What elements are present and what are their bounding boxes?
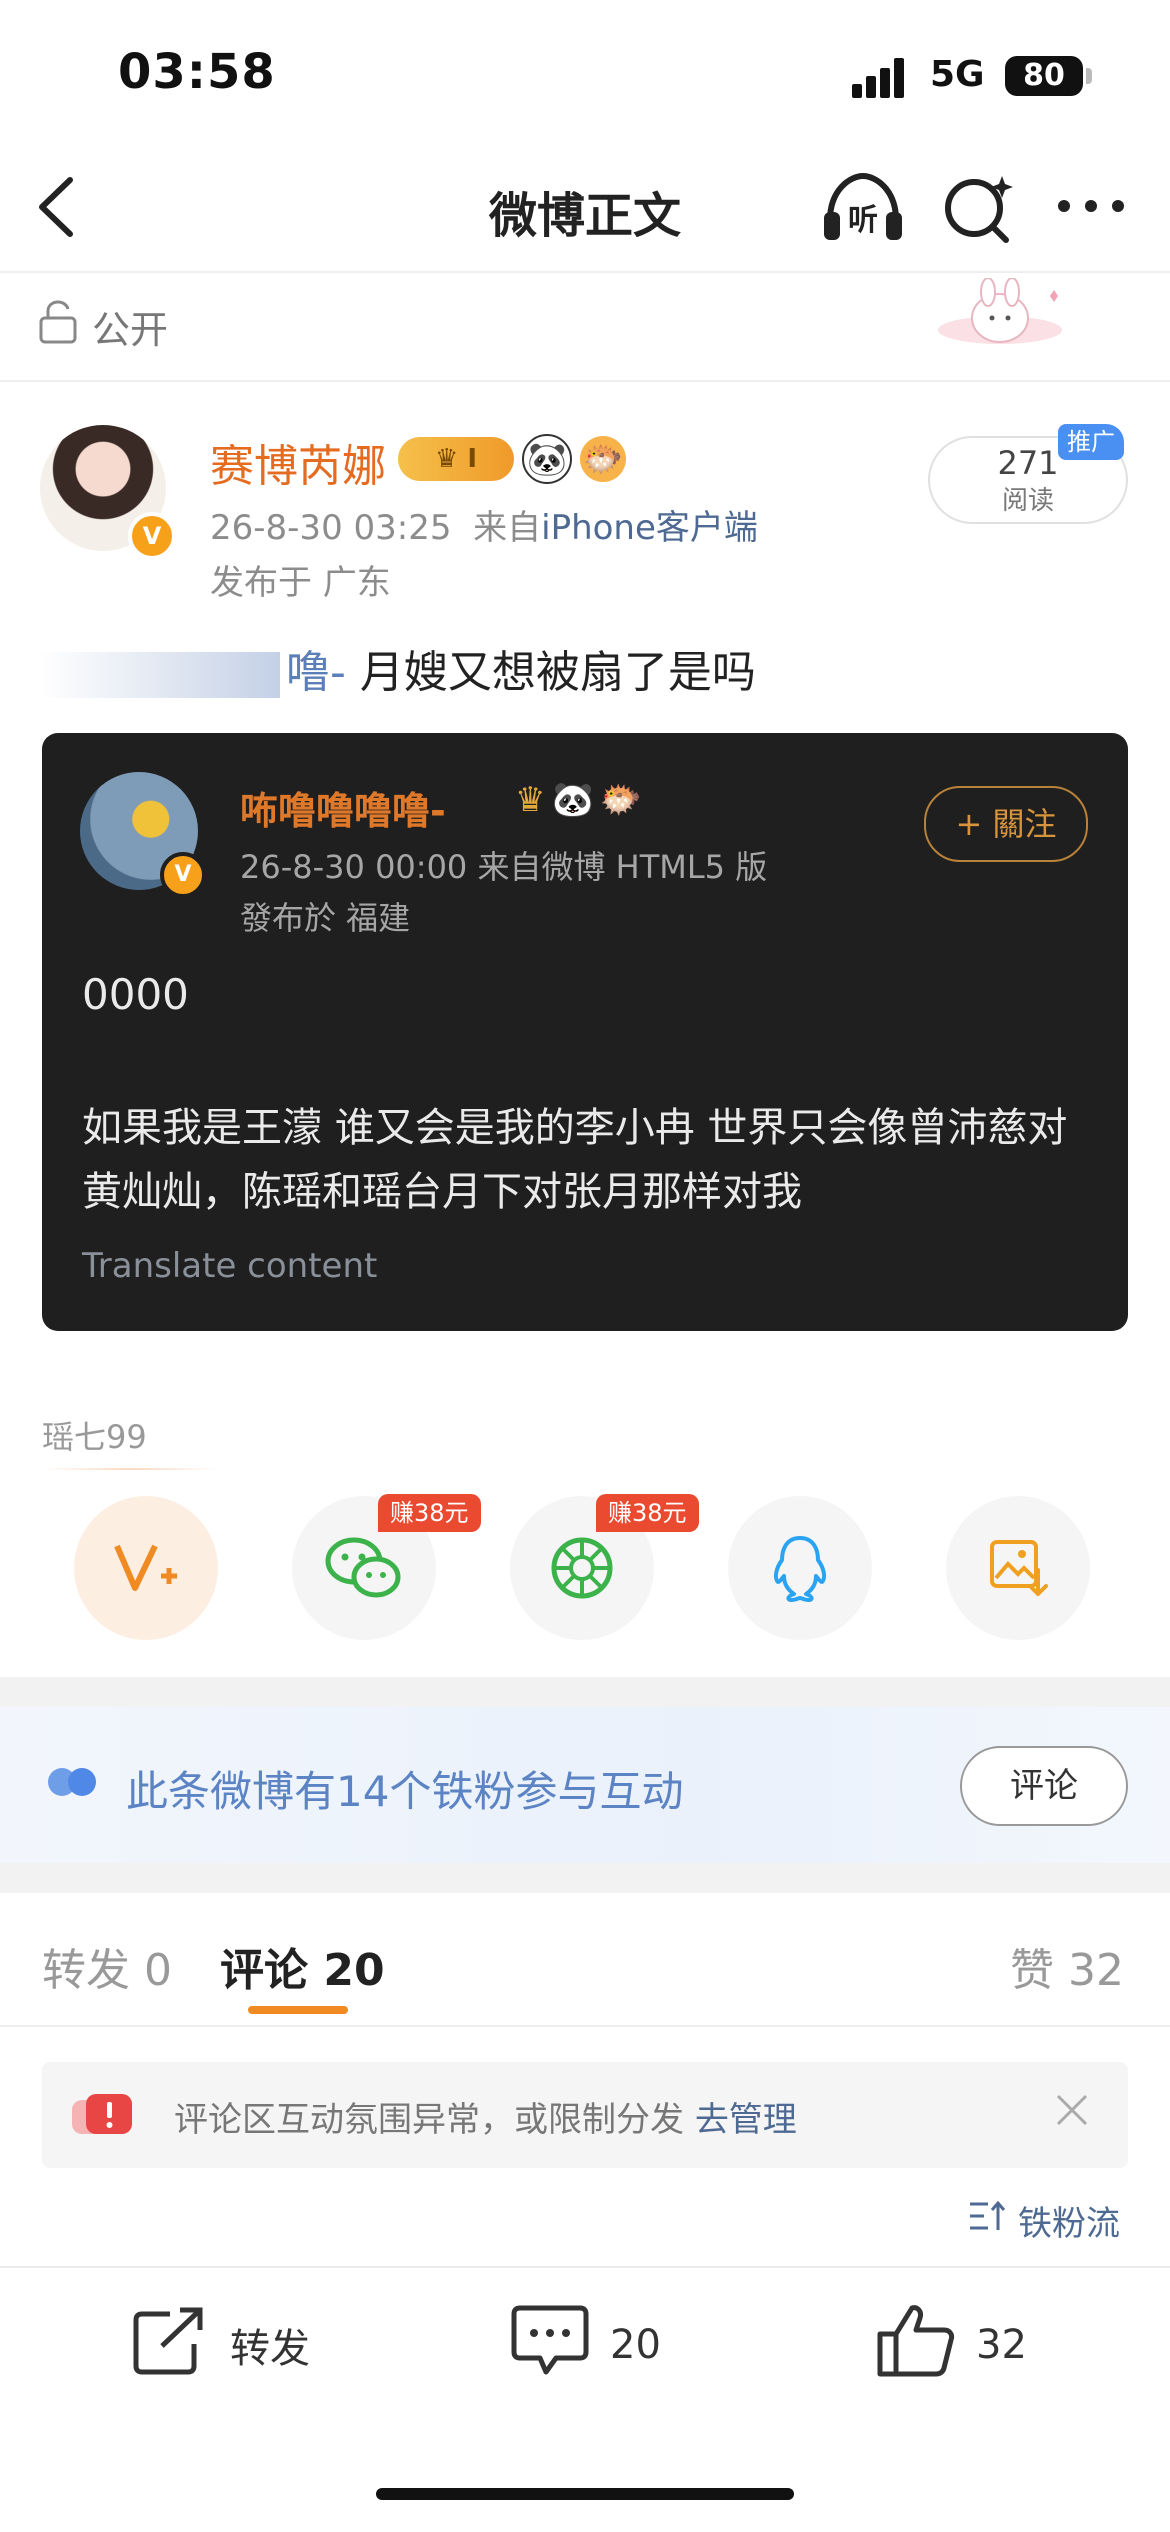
visibility-row[interactable]: 公开 bbox=[38, 296, 168, 356]
read-label: 阅读 bbox=[1001, 486, 1054, 516]
post-meta: 26-8-30 03:25 来自iPhone客户端 bbox=[210, 500, 758, 549]
mention-fragment[interactable]: 噜- bbox=[286, 647, 346, 698]
tab-repost-label: 转发 bbox=[42, 1945, 130, 1996]
level-value: I bbox=[467, 444, 478, 474]
moments-icon bbox=[551, 1537, 613, 1599]
like-count: 32 bbox=[976, 2322, 1027, 2368]
sort-icon bbox=[968, 2198, 1008, 2243]
post-location: 发布于 广东 bbox=[210, 563, 391, 603]
notice-text: 评论区互动氛围异常，或限制分发 去管理 bbox=[174, 2092, 797, 2141]
tab-likes[interactable]: 赞 32 bbox=[1010, 1934, 1124, 1998]
repost-label: 转发 bbox=[230, 2326, 310, 2372]
pufferfish-icon: 🐡 bbox=[599, 780, 643, 820]
tabs-divider bbox=[0, 2025, 1170, 2027]
home-indicator[interactable] bbox=[376, 2488, 794, 2500]
share-out-icon bbox=[130, 2304, 210, 2386]
tab-repost[interactable]: 转发 0 bbox=[42, 1934, 172, 1998]
fans-text: 此条微博有14个铁粉参与互动 bbox=[126, 1767, 684, 1816]
quoted-text-body: 如果我是王濛 谁又会是我的李小冉 世界只会像曾沛慈对黄灿灿，陈瑶和瑶台月下对张月… bbox=[82, 1105, 1068, 1215]
notice-message: 评论区互动氛围异常，或限制分发 bbox=[174, 2100, 684, 2140]
comment-icon bbox=[510, 2302, 590, 2388]
share-qq-button[interactable] bbox=[728, 1496, 872, 1640]
nav-divider bbox=[0, 271, 1170, 273]
signal-icon bbox=[852, 58, 912, 98]
search-ai-icon[interactable] bbox=[940, 170, 1020, 250]
author-name[interactable]: 赛博芮娜 bbox=[210, 430, 386, 494]
crown-icon: ♛ bbox=[434, 444, 468, 474]
quoted-author-name[interactable]: 咘噜噜噜噜- bbox=[240, 780, 446, 835]
tab-indicator bbox=[248, 2006, 348, 2014]
promo-badge[interactable]: 推广 bbox=[1058, 424, 1124, 460]
save-image-button[interactable] bbox=[946, 1496, 1090, 1640]
share-user-underline bbox=[42, 1468, 218, 1470]
fans-icon bbox=[46, 1762, 102, 1802]
comment-count: 20 bbox=[610, 2322, 661, 2368]
source-prefix: 来自 bbox=[473, 508, 542, 548]
decorative-sticker bbox=[930, 277, 1080, 358]
unlock-icon bbox=[38, 299, 78, 353]
close-icon[interactable] bbox=[1052, 2090, 1092, 2141]
tab-likes-label: 赞 bbox=[1010, 1945, 1054, 1996]
earn-badge-moments: 赚38元 bbox=[596, 1494, 699, 1532]
crown-icon: ♛ bbox=[515, 780, 546, 820]
qq-icon bbox=[773, 1536, 827, 1602]
quoted-verified-icon: V bbox=[160, 852, 206, 898]
weibo-repost-icon bbox=[114, 1544, 177, 1591]
network-type: 5G bbox=[930, 54, 985, 95]
battery-icon: 80 bbox=[1005, 56, 1083, 96]
section-divider bbox=[0, 380, 1170, 382]
post-time: 26-8-30 03:25 bbox=[210, 508, 452, 548]
section-gap bbox=[0, 1863, 1170, 1893]
follow-button[interactable]: + 關注 bbox=[924, 786, 1088, 862]
alert-icon bbox=[70, 2090, 136, 2142]
blurred-mention bbox=[40, 652, 280, 698]
share-weibo-button[interactable] bbox=[74, 1496, 218, 1640]
like-action[interactable]: 32 bbox=[876, 2300, 1027, 2390]
tab-repost-count: 0 bbox=[144, 1945, 172, 1996]
post-text: 噜- 月嫂又想被扇了是吗 bbox=[40, 636, 756, 700]
verified-icon: V bbox=[128, 512, 176, 560]
listen-icon[interactable]: 听 bbox=[820, 168, 906, 248]
save-image-icon bbox=[990, 1540, 1048, 1596]
more-icon[interactable] bbox=[1056, 196, 1126, 216]
section-gap bbox=[0, 1677, 1170, 1707]
thumbs-up-icon bbox=[876, 2302, 956, 2388]
quoted-location: 發布於 福建 bbox=[240, 899, 411, 937]
comment-action[interactable]: 20 bbox=[510, 2300, 661, 2390]
recent-share-user: 瑶七99 bbox=[42, 1418, 147, 1456]
tab-comments-count: 20 bbox=[323, 1945, 385, 1996]
svg-text:听: 听 bbox=[848, 203, 878, 238]
tab-likes-count: 32 bbox=[1068, 1945, 1124, 1996]
quoted-author-badges: ♛ 🐼 🐡 bbox=[515, 780, 642, 820]
sort-label: 铁粉流 bbox=[1018, 2204, 1120, 2244]
repost-action[interactable]: 转发 bbox=[130, 2300, 310, 2390]
fans-comment-button[interactable]: 评论 bbox=[960, 1746, 1128, 1826]
wechat-icon bbox=[325, 1537, 401, 1598]
panda-icon: 🐼 bbox=[522, 434, 572, 484]
manage-link[interactable]: 去管理 bbox=[695, 2100, 797, 2140]
bottom-divider bbox=[0, 2266, 1170, 2268]
earn-badge-wechat: 赚38元 bbox=[378, 1494, 481, 1532]
visibility-label: 公开 bbox=[92, 307, 169, 352]
tab-comments-label: 评论 bbox=[220, 1945, 308, 1996]
translate-link[interactable]: Translate content bbox=[82, 1246, 377, 1286]
status-time: 03:58 bbox=[118, 44, 276, 100]
sort-fans-flow[interactable]: 铁粉流 bbox=[968, 2196, 1120, 2245]
pufferfish-icon: 🐡 bbox=[580, 436, 626, 482]
quoted-meta: 26-8-30 00:00 来自微博 HTML5 版 bbox=[240, 848, 768, 886]
post-body: 月嫂又想被扇了是吗 bbox=[345, 647, 756, 698]
member-level-badge[interactable]: ♛ I bbox=[398, 437, 514, 481]
author-badges: ♛ I 🐼 🐡 bbox=[398, 434, 626, 484]
post-source[interactable]: iPhone客户端 bbox=[541, 508, 758, 548]
battery-cap bbox=[1086, 68, 1092, 84]
tab-comments[interactable]: 评论 20 bbox=[220, 1934, 385, 1998]
quoted-text-line: 0000 bbox=[82, 970, 189, 1019]
panda-icon: 🐼 bbox=[551, 780, 594, 820]
